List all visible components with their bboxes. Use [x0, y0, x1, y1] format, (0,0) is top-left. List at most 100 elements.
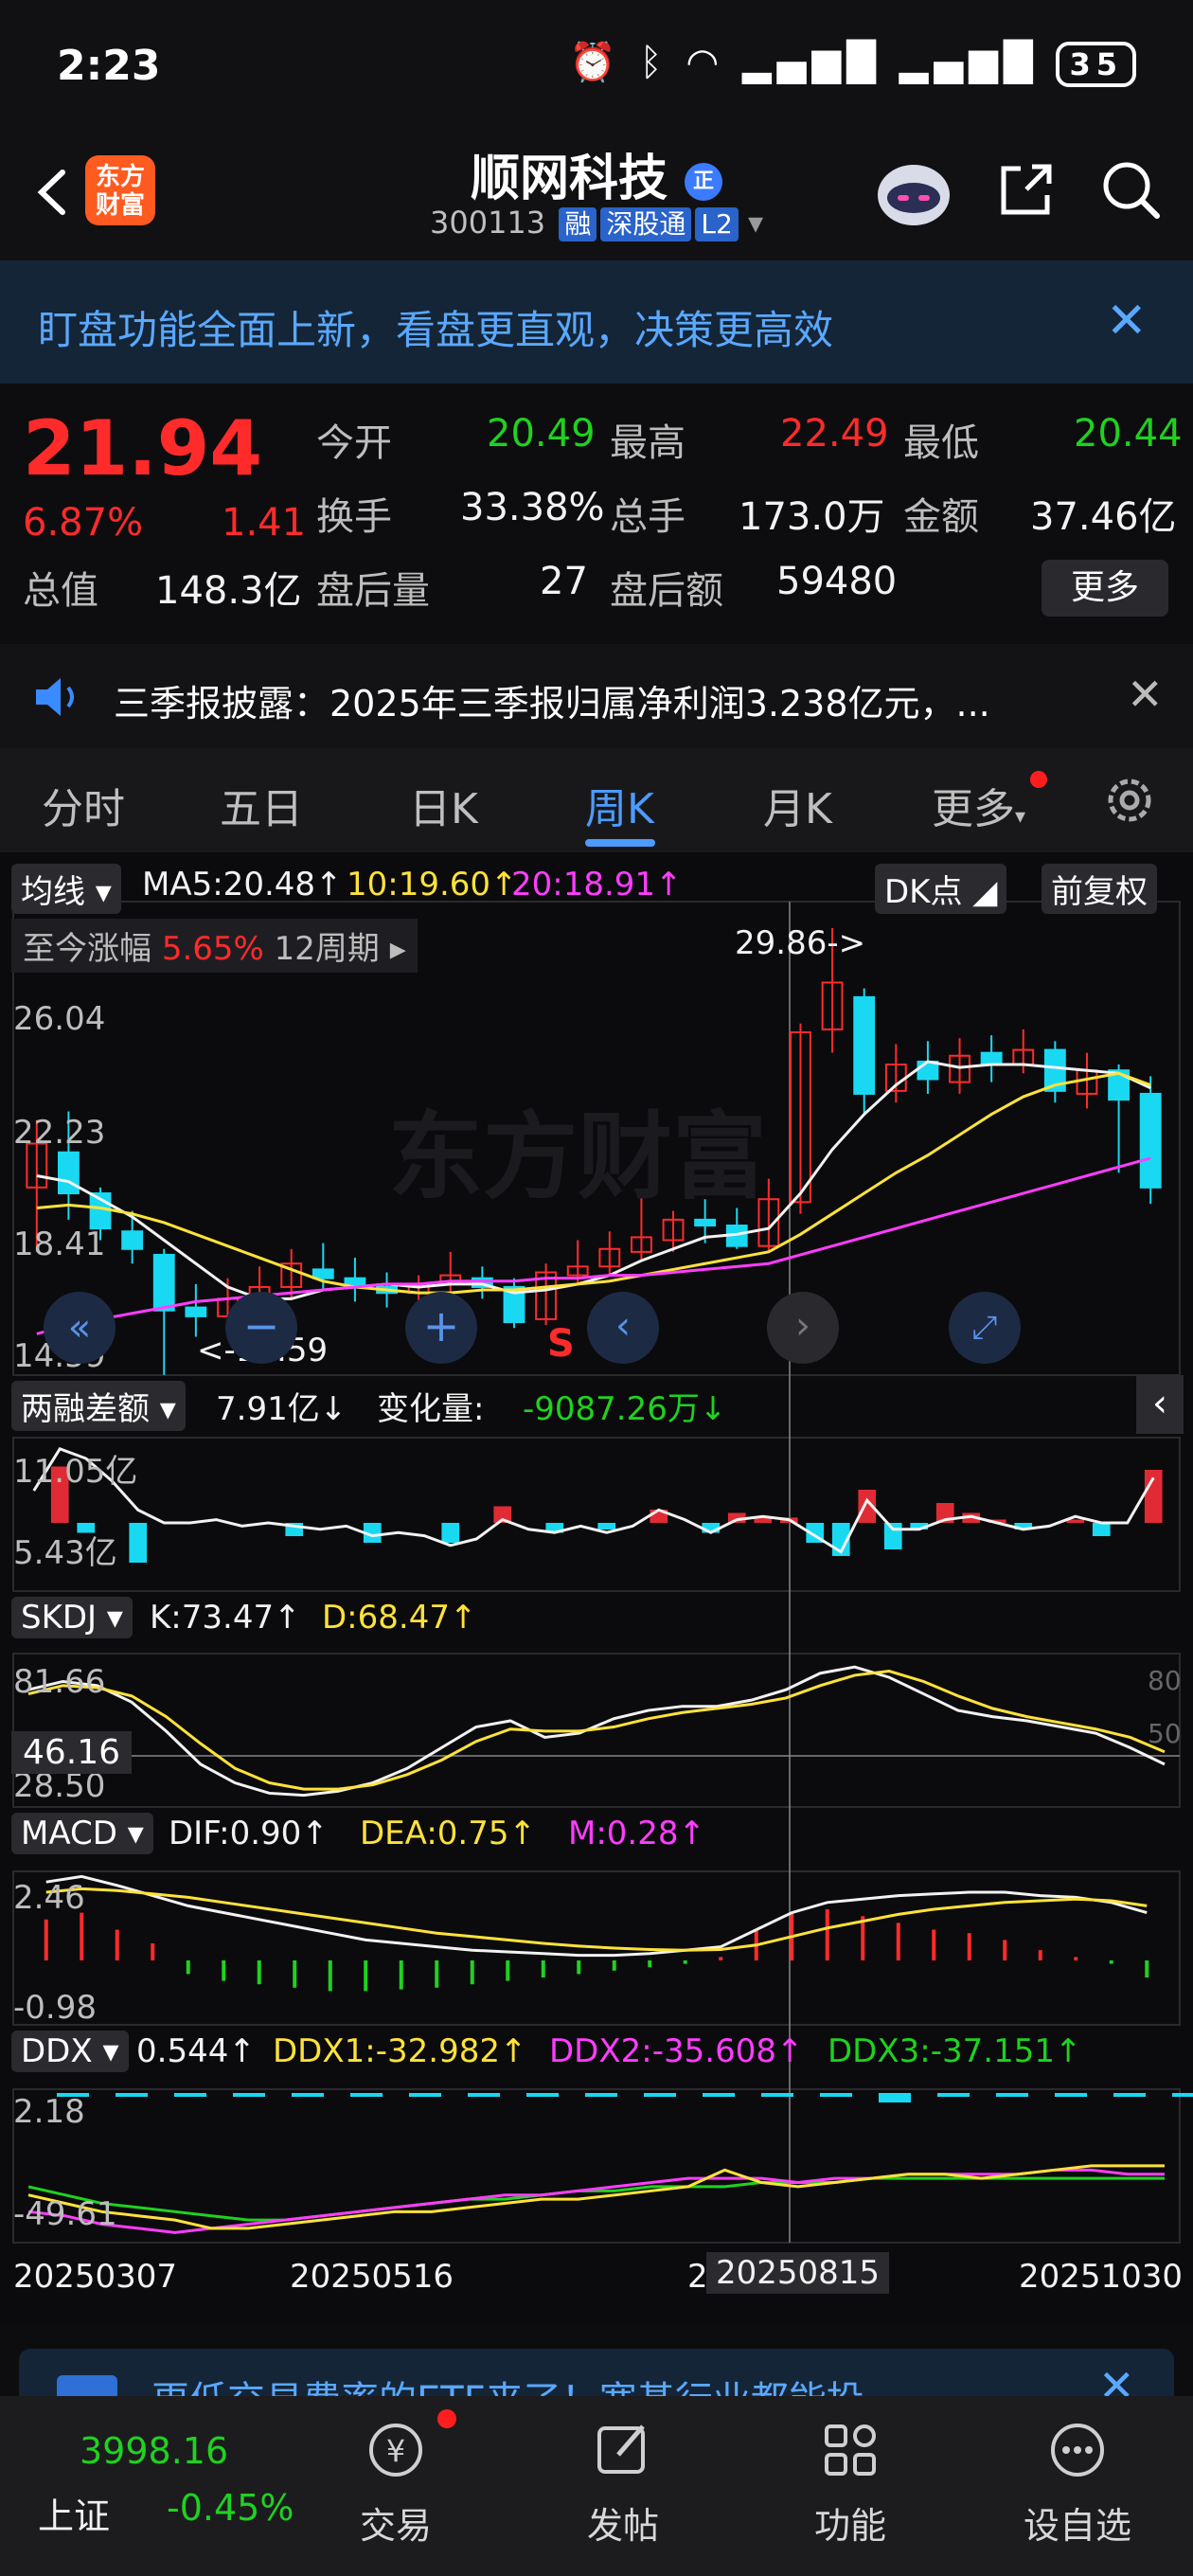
news-ticker[interactable]: 三季报披露：2025年三季报归属净利润3.238亿元，... ✕ — [0, 644, 1193, 748]
ddx-bar — [1113, 2093, 1146, 2097]
margin-diff-bar — [441, 1523, 460, 1543]
ma-select[interactable]: 均线 ▾ — [11, 864, 121, 914]
nav-post[interactable]: 发帖 — [528, 2417, 718, 2549]
macd-dea-line — [45, 1887, 1148, 1952]
turnover-label: 换手 — [316, 495, 392, 539]
ddx-bar — [409, 2093, 441, 2097]
high-label: 最高 — [610, 421, 686, 465]
mcap-value: 148.3亿 — [155, 569, 302, 613]
more-button[interactable]: 更多 — [1042, 560, 1168, 617]
status-icons: ⏰ ᛒ ◠ ▂▄▆█ ▂▄▆█ 35 — [569, 40, 1136, 87]
macd-select[interactable]: MACD ▾ — [11, 1813, 153, 1854]
tab-daily-k[interactable]: 日K — [409, 775, 478, 835]
candle-body — [1139, 1092, 1162, 1189]
news-text: 三季报披露：2025年三季报归属净利润3.238亿元，... — [114, 683, 990, 724]
tab-weekly-k[interactable]: 周K — [585, 775, 654, 835]
margin-diff-bar — [1092, 1523, 1111, 1536]
panel-frame — [12, 2088, 1181, 2244]
adjust-button[interactable]: 前复权 — [1042, 864, 1157, 914]
dk-label: DK点 — [884, 873, 963, 911]
low-label: 最低 — [903, 421, 979, 465]
ddx-bar — [292, 2093, 324, 2097]
open-label: 今开 — [316, 421, 392, 465]
macd-dif-value: DIF:0.90↑ — [169, 1815, 329, 1852]
scroll-right-button[interactable]: › — [767, 1292, 839, 1364]
margin-diff-label: 两融差额 — [21, 1390, 150, 1428]
robot-assistant-icon[interactable] — [871, 155, 956, 231]
nav-functions[interactable]: 功能 — [756, 2417, 945, 2549]
trade-icon: ¥ — [369, 2424, 422, 2477]
range-pct: 5.65% — [161, 930, 264, 968]
collapse-panel-button[interactable]: ‹ — [1136, 1375, 1184, 1434]
tab-monthly-k[interactable]: 月K — [763, 775, 832, 835]
zoom-in-button[interactable]: + — [405, 1292, 477, 1364]
date-label-3: 2 — [687, 2258, 708, 2296]
active-tab-indicator — [585, 839, 655, 847]
margin-change-label: 变化量: — [377, 1390, 485, 1428]
volume-value: 173.0万 — [739, 495, 885, 539]
notification-dot — [1030, 771, 1047, 788]
dk-point-button[interactable]: DK点 ◢ — [875, 864, 1007, 914]
period-tabs: 分时 五日 日K 周K 月K 更多▾ — [0, 748, 1193, 852]
nav-watchlist[interactable]: 设自选 — [983, 2417, 1172, 2549]
scroll-left-button[interactable]: ‹ — [587, 1292, 659, 1364]
tab-intraday[interactable]: 分时 — [42, 775, 125, 835]
skdj-d-line — [27, 1670, 1166, 1791]
index-pct: -0.45% — [167, 2487, 294, 2529]
tab-more[interactable]: 更多▾ — [932, 775, 1025, 835]
amount-value: 37.46亿 — [1030, 495, 1177, 539]
index-widget[interactable]: 3998.16 上证 -0.45% — [0, 2396, 294, 2576]
battery-icon: 35 — [1056, 42, 1136, 87]
ddx-select[interactable]: DDX ▾ — [11, 2030, 129, 2072]
pct-change: 6.87% — [23, 501, 144, 545]
search-icon[interactable] — [1098, 157, 1165, 224]
share-icon[interactable] — [992, 157, 1059, 224]
chart-svg[interactable] — [0, 852, 1193, 2325]
ma5-value: MA5:20.48↑ — [142, 866, 343, 903]
feature-banner[interactable]: 盯盘功能全面上新，看盘更直观，决策更高效 ✕ — [0, 260, 1193, 384]
skdj-select[interactable]: SKDJ ▾ — [11, 1597, 133, 1638]
settings-gear-icon[interactable] — [1098, 769, 1161, 832]
candle-body — [57, 1151, 80, 1195]
zoom-out-button[interactable]: − — [225, 1292, 297, 1364]
margin-diff-bar — [883, 1523, 902, 1549]
margin-diff-bar — [597, 1523, 616, 1530]
candle-body — [152, 1253, 175, 1312]
margin-diff-line — [32, 1446, 1155, 1554]
ddx-bar — [820, 2093, 852, 2097]
range-change-box[interactable]: 至今涨幅 5.65% 12周期 ▸ — [11, 919, 418, 973]
nav-trade[interactable]: ¥ 交易 — [301, 2417, 490, 2549]
close-icon[interactable]: ✕ — [1106, 293, 1148, 349]
margin-diff-bar — [129, 1523, 148, 1563]
rz-tick-1: 11.05亿 — [13, 1453, 138, 1491]
stock-name-text: 顺网科技 — [470, 151, 668, 207]
status-bar: 2:23 ⏰ ᛒ ◠ ▂▄▆█ ▂▄▆█ 35 — [0, 0, 1193, 133]
bottom-nav: 3998.16 上证 -0.45% ¥ 交易 发帖 功能 设自选 — [0, 2396, 1193, 2576]
ma10-value: 10:19.60↑ — [347, 866, 518, 903]
margin-diff-select[interactable]: 两融差额 ▾ — [11, 1381, 186, 1431]
cursor-date-label: 20250815 — [706, 2252, 890, 2294]
scroll-left-fast-button[interactable]: « — [44, 1292, 116, 1364]
date-label-2: 20250516 — [290, 2258, 454, 2296]
ddx3-line — [27, 2176, 1165, 2222]
dropdown-icon[interactable]: ▾ — [748, 205, 763, 241]
rz-tick-2: 5.43亿 — [13, 1534, 117, 1572]
k-tick-2: 22.23 — [13, 1114, 106, 1152]
tab-5day[interactable]: 五日 — [220, 775, 303, 835]
ddx-bar — [1172, 2093, 1193, 2097]
quote-panel: 21.94 6.87% 1.41 总值 148.3亿 今开 20.49 最高 2… — [0, 384, 1193, 639]
skdj-right-tick-2: 50 — [1148, 1718, 1182, 1749]
kline-chart-area[interactable]: 东方财富 均线 ▾ MA5:20.48↑ 10:19.60↑ 20:18.91↑… — [0, 852, 1193, 2325]
macd-label: MACD — [21, 1815, 117, 1852]
tag-sz-connect: 深股通 — [600, 207, 692, 242]
after-vol-label: 盘后量 — [316, 569, 430, 613]
volume-label: 总手 — [610, 495, 686, 539]
fullscreen-icon[interactable]: ⤢ — [949, 1292, 1021, 1364]
ddx-bar — [116, 2093, 148, 2097]
skdj-label: SKDJ — [21, 1599, 98, 1637]
chevron-right-icon: ▸ — [389, 930, 406, 968]
ddx-bar — [937, 2093, 970, 2097]
close-icon[interactable]: ✕ — [1127, 669, 1164, 720]
ddx-bar — [526, 2093, 559, 2097]
tag-l2: L2 — [695, 207, 739, 242]
